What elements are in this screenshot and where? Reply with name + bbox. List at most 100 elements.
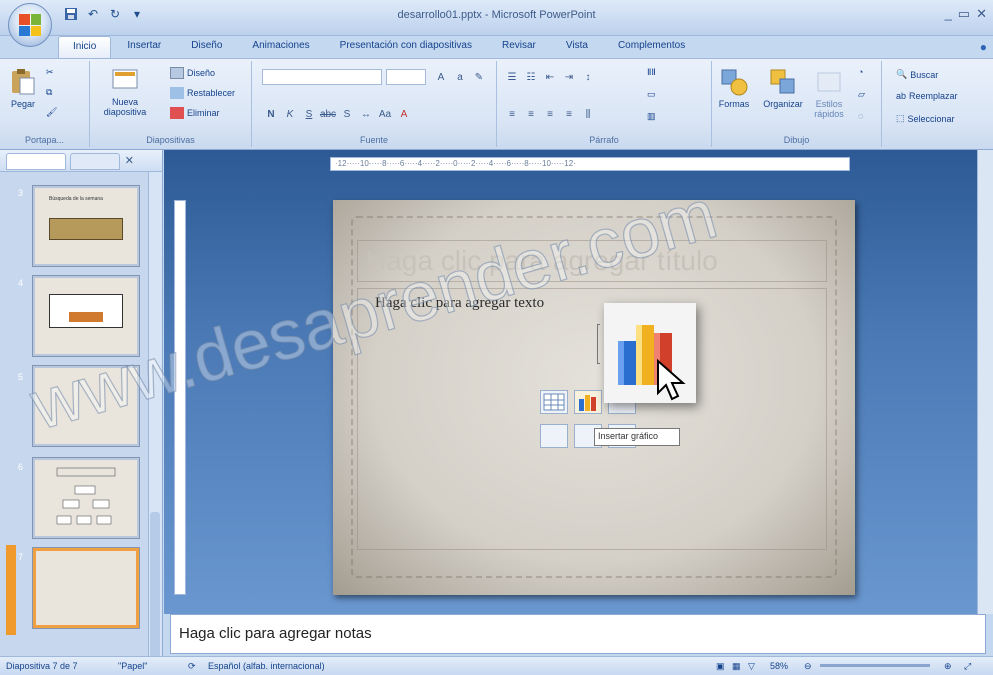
tab-diseno[interactable]: Diseño — [177, 36, 236, 58]
reset-button[interactable]: Restablecer — [170, 87, 235, 99]
align-left-icon[interactable]: ≡ — [503, 105, 521, 123]
insert-table-icon[interactable] — [540, 390, 568, 414]
line-spacing-icon[interactable]: ↕ — [579, 68, 597, 86]
mouse-pointer-icon — [657, 359, 686, 401]
grow-font-icon[interactable]: A — [432, 68, 450, 86]
clear-format-icon[interactable]: ✎ — [470, 68, 488, 86]
reset-label: Restablecer — [187, 88, 236, 98]
thumb-title: Búsqueda de la semana — [49, 196, 103, 202]
new-slide-button[interactable]: Nueva diapositiva — [96, 65, 154, 117]
replace-icon: ab — [896, 91, 907, 101]
format-painter-button[interactable]: 🖌 — [46, 107, 57, 118]
title-placeholder[interactable]: Haga clic para agregar título — [357, 240, 827, 282]
quick-styles-button[interactable]: Estilos rápidos — [810, 67, 848, 119]
spacing-icon[interactable]: ↔ — [357, 105, 375, 123]
smartart-button[interactable]: ▥ — [647, 111, 656, 122]
align-text-icon: ▭ — [647, 89, 656, 99]
tab-inicio[interactable]: Inicio — [58, 36, 112, 58]
slide-thumb-5[interactable] — [33, 366, 139, 446]
slide-thumb-6[interactable] — [33, 458, 139, 538]
bold-button[interactable]: N — [262, 105, 280, 123]
tab-animaciones[interactable]: Animaciones — [238, 36, 323, 58]
tab-outline[interactable] — [70, 153, 120, 170]
tab-presentacion[interactable]: Presentación con diapositivas — [326, 36, 486, 58]
delete-button[interactable]: Eliminar — [170, 107, 220, 119]
shape-effects-button[interactable]: ◌ — [858, 111, 863, 121]
shadow-button[interactable]: S — [338, 105, 356, 123]
text-direction-icon: ⅡⅡ — [647, 67, 656, 77]
view-normal-icon[interactable]: ▣ — [716, 661, 725, 672]
shape-fill-button[interactable]: ◔ — [858, 67, 863, 77]
copy-button[interactable]: ⧉ — [46, 87, 52, 98]
arrange-button[interactable]: Organizar — [758, 67, 808, 109]
shrink-font-icon[interactable]: a — [451, 68, 469, 86]
columns-icon[interactable]: ⫼ — [579, 105, 597, 123]
slide-thumb-4[interactable] — [33, 276, 139, 356]
paste-label: Pegar — [10, 99, 36, 109]
font-color-icon[interactable]: A — [395, 105, 413, 123]
align-center-icon[interactable]: ≡ — [522, 105, 540, 123]
zoom-in-icon[interactable]: ⊕ — [944, 661, 952, 672]
help-icon[interactable]: ● — [980, 40, 987, 54]
insert-chart-icon[interactable] — [574, 390, 602, 414]
group-label-parrafo: Párrafo — [589, 135, 619, 145]
strikethrough-button[interactable]: abc — [319, 105, 337, 123]
view-sorter-icon[interactable]: ▦ — [732, 661, 741, 672]
minimize-button[interactable]: _ — [945, 6, 952, 22]
bullets-icon[interactable]: ☰ — [503, 68, 521, 86]
group-label-dibujo: Dibujo — [783, 135, 810, 145]
zoom-slider[interactable] — [820, 664, 930, 667]
cut-button[interactable]: ✂ — [46, 67, 54, 78]
increase-indent-icon[interactable]: ⇥ — [560, 68, 578, 86]
close-panel-icon[interactable]: ✕ — [125, 154, 134, 167]
text-direction-button[interactable]: ⅡⅡ — [647, 67, 656, 78]
maximize-button[interactable]: ▭ — [958, 6, 970, 22]
paste-button[interactable]: Pegar — [6, 67, 40, 109]
language-label[interactable]: Español (alfab. internacional) — [208, 661, 325, 671]
slide-thumb-7[interactable] — [33, 548, 139, 628]
align-right-icon[interactable]: ≡ — [541, 105, 559, 123]
editor-scrollbar[interactable] — [977, 150, 993, 614]
case-icon[interactable]: Aa — [376, 105, 394, 123]
panel-scroll-thumb[interactable] — [150, 512, 160, 662]
underline-button[interactable]: S — [300, 105, 318, 123]
ribbon-tabs: Inicio Insertar Diseño Animaciones Prese… — [58, 36, 699, 58]
office-button[interactable] — [8, 3, 52, 47]
insert-chart-tooltip: Insertar gráfico — [594, 428, 680, 446]
shapes-button[interactable]: Formas — [714, 67, 754, 109]
zoom-level[interactable]: 58% — [770, 661, 788, 671]
numbering-icon[interactable]: ☷ — [522, 68, 540, 86]
shape-outline-button[interactable]: ▱ — [858, 89, 865, 100]
align-buttons: ≡ ≡ ≡ ≡ ⫼ — [503, 105, 597, 123]
font-size-select[interactable] — [386, 69, 426, 85]
decrease-indent-icon[interactable]: ⇤ — [541, 68, 559, 86]
tab-revisar[interactable]: Revisar — [488, 36, 550, 58]
notes-pane[interactable]: Haga clic para agregar notas — [170, 614, 986, 654]
tab-vista[interactable]: Vista — [552, 36, 602, 58]
new-slide-icon — [112, 69, 138, 89]
insert-picture-icon[interactable] — [540, 424, 568, 448]
italic-button[interactable]: K — [281, 105, 299, 123]
tab-complementos[interactable]: Complementos — [604, 36, 699, 58]
thumb-table — [49, 294, 123, 328]
spellcheck-icon[interactable]: ⟳ — [188, 661, 196, 672]
close-button[interactable]: ✕ — [976, 6, 987, 22]
slide-number: 3 — [18, 188, 24, 198]
text-bracket — [597, 324, 600, 364]
font-family-select[interactable] — [262, 69, 382, 85]
fit-window-icon[interactable]: ⤢ — [964, 661, 971, 672]
find-button[interactable]: 🔍 Buscar — [896, 69, 938, 80]
view-slideshow-icon[interactable]: ▽ — [748, 661, 755, 672]
slide-thumb-3[interactable]: Búsqueda de la semana — [33, 186, 139, 266]
panel-scrollbar[interactable] — [148, 172, 162, 662]
zoom-out-icon[interactable]: ⊖ — [804, 661, 812, 672]
layout-button[interactable]: Diseño — [170, 67, 215, 79]
tab-insertar[interactable]: Insertar — [113, 36, 175, 58]
replace-button[interactable]: ab Reemplazar — [896, 91, 958, 101]
justify-icon[interactable]: ≡ — [560, 105, 578, 123]
select-button[interactable]: ⬚ Seleccionar — [896, 113, 955, 124]
font-style-buttons: N K S abc S ↔ Aa A — [262, 105, 413, 123]
find-label: Buscar — [910, 69, 939, 80]
align-text-button[interactable]: ▭ — [647, 89, 656, 100]
tab-slides[interactable] — [6, 153, 66, 170]
